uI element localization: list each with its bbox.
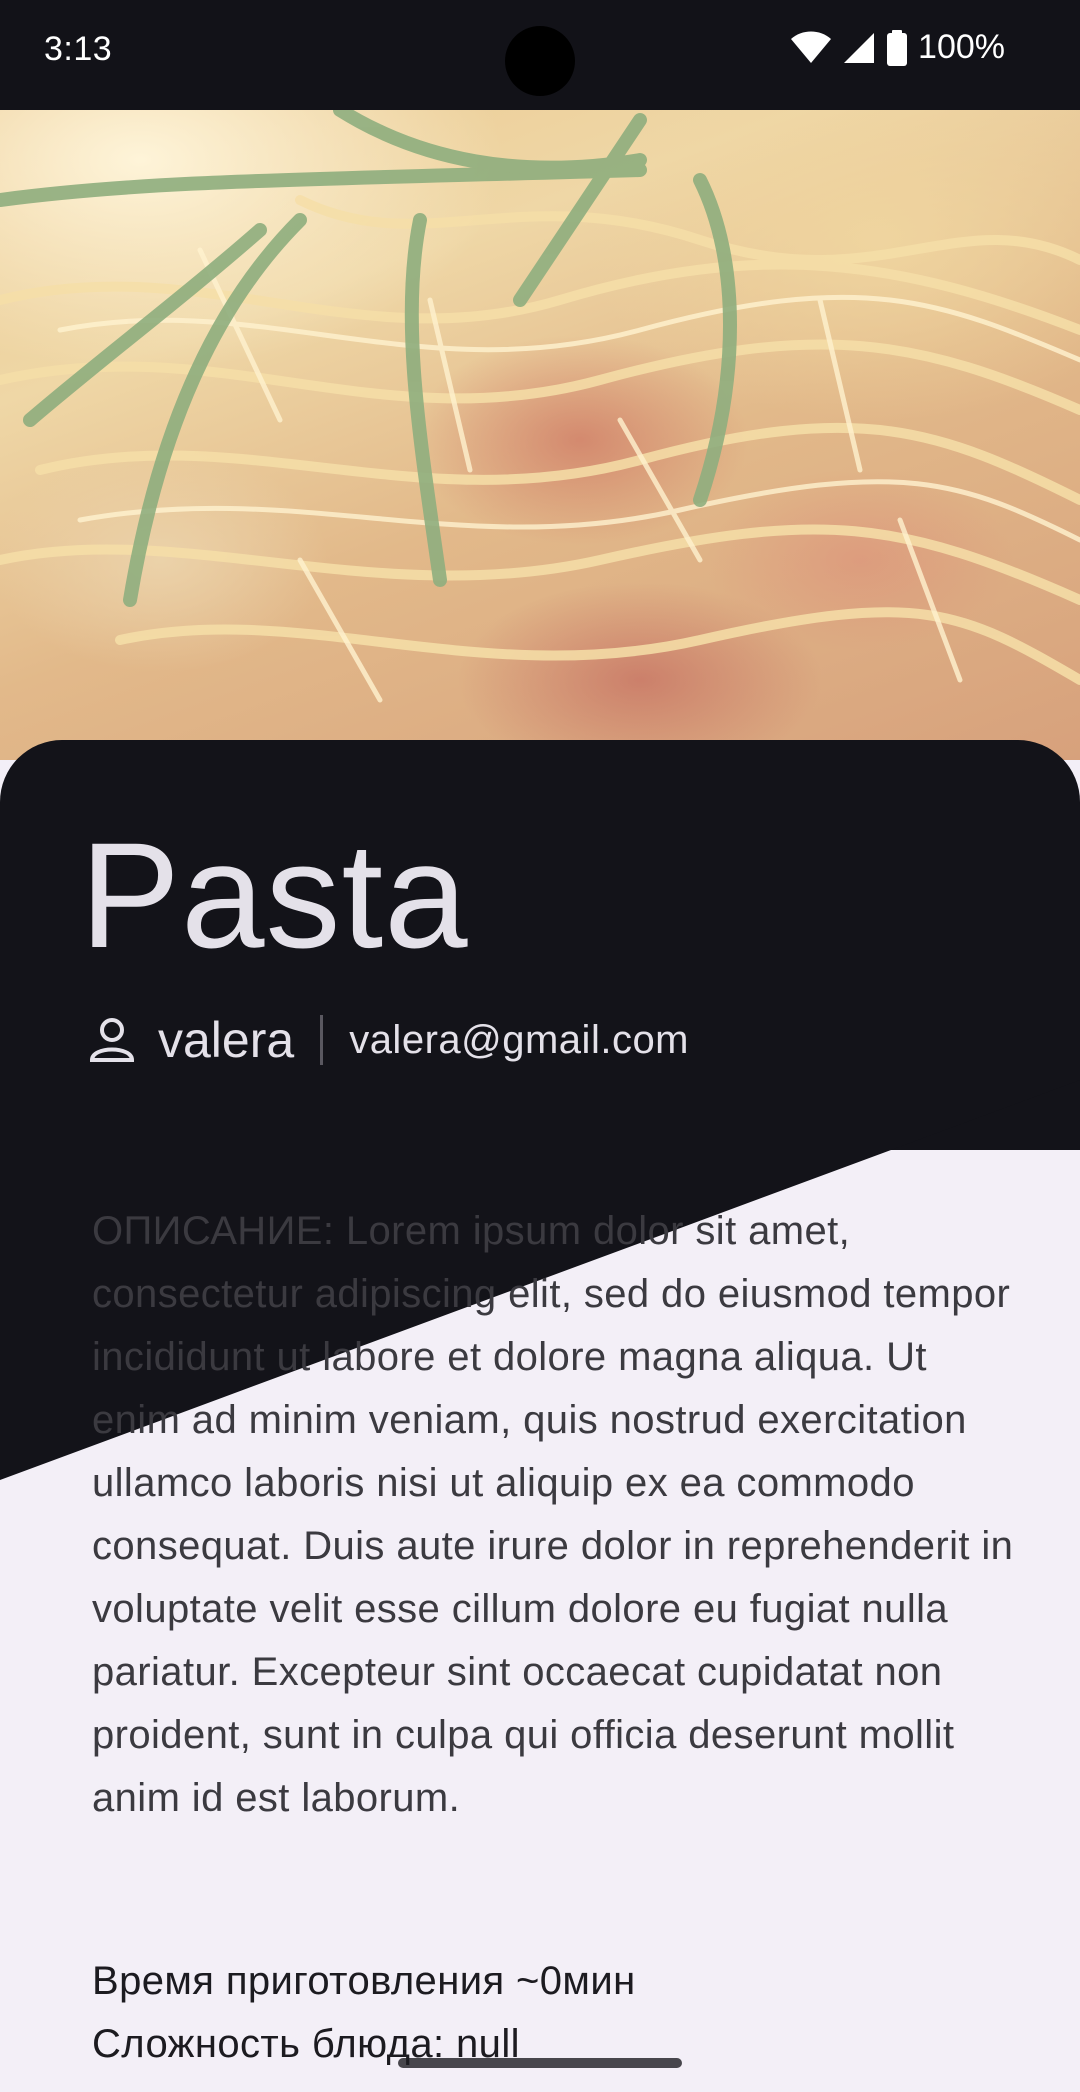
- wifi-icon: [791, 31, 832, 63]
- author-separator: [320, 1015, 324, 1065]
- status-bar: 3:13 100%: [0, 0, 1080, 110]
- recipe-description: ОПИСАНИЕ: Lorem ipsum dolor sit amet, co…: [92, 1209, 1014, 1820]
- cook-time: Время приготовления ~0мин: [92, 1959, 636, 2003]
- signal-icon: [844, 32, 875, 63]
- battery-icon: [887, 29, 908, 66]
- recipe-screen: 3:13 100% Pasta valera valera@gmail.com …: [0, 0, 1080, 2092]
- gesture-nav-handle[interactable]: [398, 2058, 682, 2068]
- author-name: valera: [158, 1012, 295, 1068]
- recipe-photo: [0, 0, 1080, 760]
- author-row: valera valera@gmail.com: [86, 1010, 689, 1070]
- status-time: 3:13: [44, 30, 113, 68]
- battery-percent: 100%: [918, 28, 1005, 66]
- person-icon: [89, 1018, 135, 1062]
- camera-cutout: [505, 26, 575, 96]
- status-icons: 100%: [790, 28, 1005, 67]
- author-email: valera@gmail.com: [349, 1017, 690, 1062]
- recipe-title: Pasta: [80, 811, 469, 979]
